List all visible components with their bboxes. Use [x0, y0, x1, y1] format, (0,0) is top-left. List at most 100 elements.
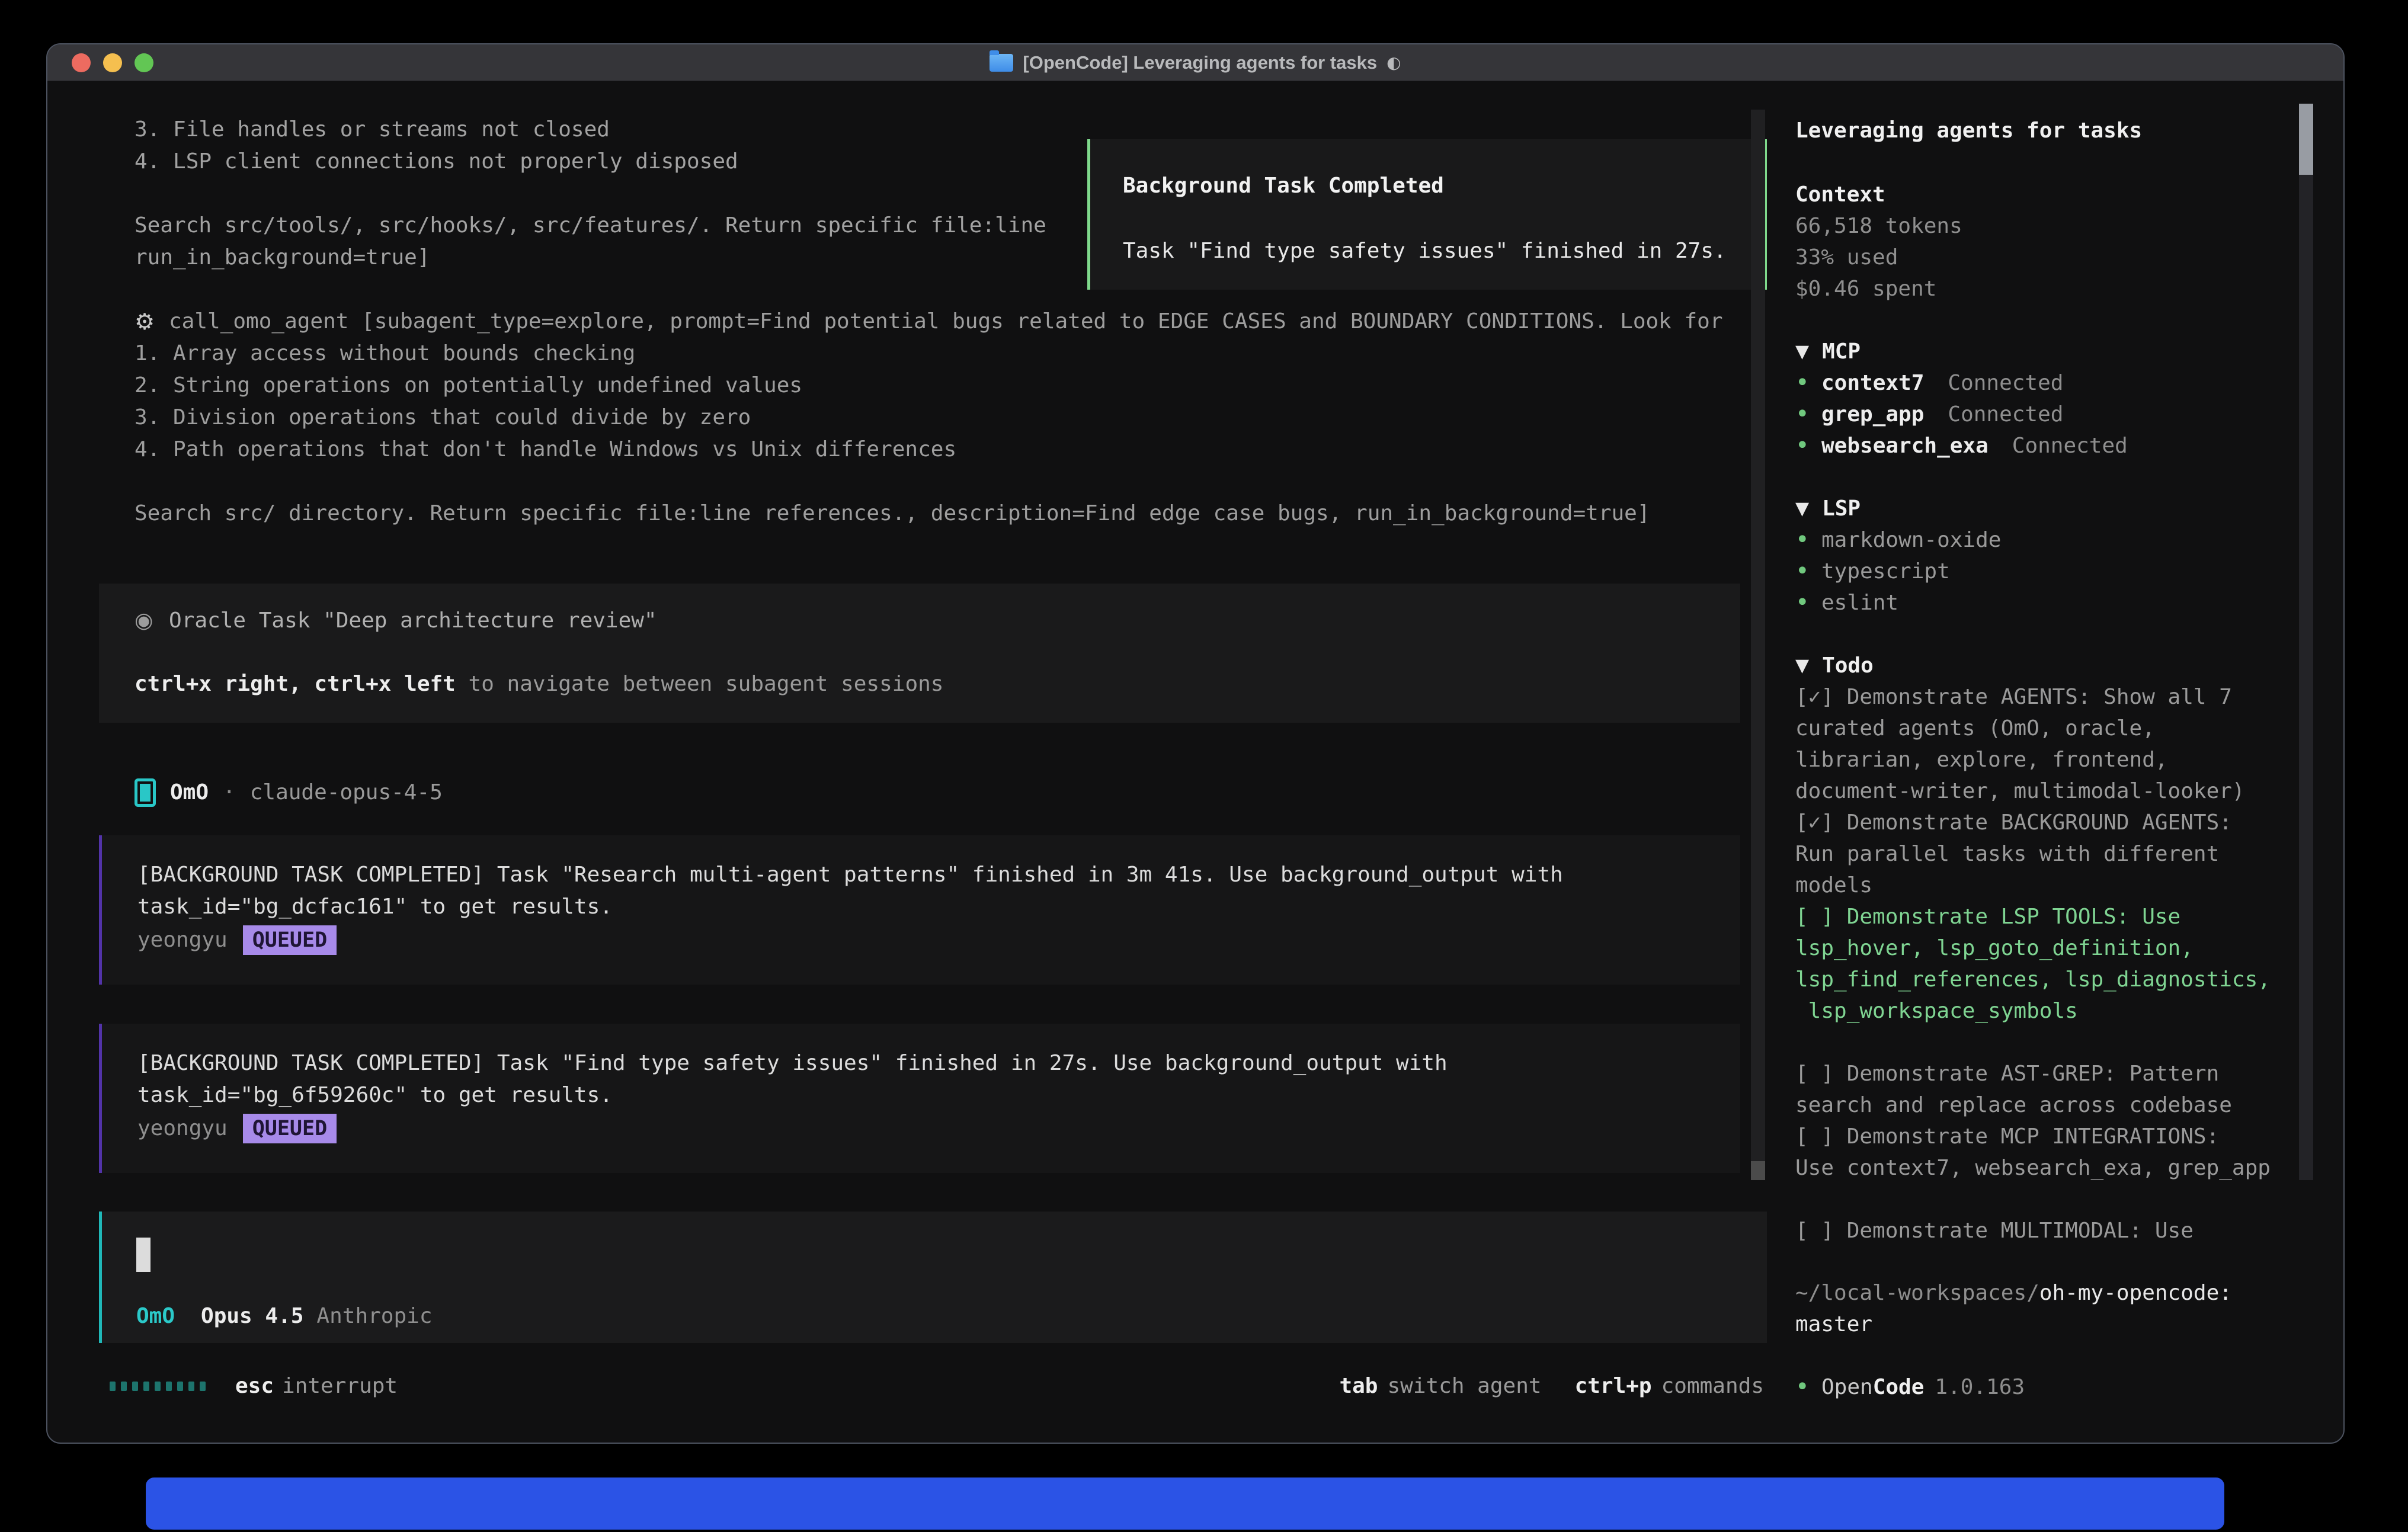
context-heading: Context — [1795, 179, 1885, 210]
agent-header: OmO · claude-opus-4-5 — [135, 777, 443, 809]
oracle-hint-text: to navigate between subagent sessions — [456, 672, 944, 696]
chevron-down-icon: ▼ — [1795, 650, 1809, 681]
message-text: [BACKGROUND TASK COMPLETED] Task "Resear… — [137, 859, 1563, 923]
mcp-status: Connected — [1948, 399, 2063, 430]
context-stats: 66,518 tokens 33% used $0.46 spent — [1795, 210, 1962, 305]
scrollback-text: 3. File handles or streams not closed 4.… — [135, 114, 1046, 274]
app-name-light: Open — [1821, 1375, 1873, 1399]
mcp-item: • context7 Connected — [1795, 367, 2128, 399]
traffic-lights — [72, 53, 153, 72]
toast-title: Background Task Completed — [1123, 170, 1444, 202]
minimize-button[interactable] — [103, 53, 122, 72]
status-dot-icon: • — [1795, 587, 1808, 618]
background-task-toast: Background Task Completed Task "Find typ… — [1087, 139, 1767, 290]
text-cursor — [136, 1238, 150, 1272]
lsp-section: ▼ LSP • markdown-oxide • typescript • es… — [1795, 493, 2001, 618]
mcp-status: Connected — [2012, 430, 2128, 461]
sidebar-scrollbar-track[interactable] — [2299, 104, 2313, 1180]
folder-icon — [990, 54, 1013, 72]
status-bar: esc interrupt tab switch agent ctrl+p co… — [99, 1370, 1767, 1402]
main-scrollbar-thumb[interactable] — [1751, 1161, 1765, 1180]
tool-call-head: call_omo_agent [subagent_type=explore, p… — [169, 306, 1723, 338]
message-text: [BACKGROUND TASK COMPLETED] Task "Find t… — [137, 1047, 1448, 1111]
switch-agent-label: switch agent — [1387, 1370, 1541, 1402]
lsp-name: typescript — [1821, 556, 1950, 587]
toast-body: Task "Find type safety issues" finished … — [1123, 235, 1727, 267]
tab-key-hint: tab — [1339, 1370, 1378, 1402]
prompt-input[interactable]: OmO Opus 4.5 Anthropic — [99, 1212, 1767, 1343]
mcp-heading: MCP — [1822, 336, 1861, 367]
workspace-path: ~/local-workspaces/oh-my-opencode: maste… — [1795, 1277, 2232, 1340]
esc-key-hint: esc — [235, 1370, 274, 1402]
todo-active-item: [ ] Demonstrate LSP TOOLS: Use lsp_hover… — [1795, 901, 2271, 1027]
agent-checkbox-icon — [135, 778, 156, 807]
version-row: • OpenCode 1.0.163 — [1795, 1371, 2025, 1403]
lsp-item: • typescript — [1795, 556, 2001, 587]
model-row: OmO Opus 4.5 Anthropic — [136, 1300, 433, 1332]
todo-heading: Todo — [1822, 650, 1874, 681]
status-dot-icon: • — [1795, 399, 1808, 430]
message-author: yeongyu — [137, 1113, 228, 1145]
sidebar-scrollbar-thumb[interactable] — [2299, 104, 2313, 175]
mcp-name: context7 — [1821, 367, 1924, 399]
session-title: Leveraging agents for tasks — [1795, 115, 2142, 146]
mcp-item: • websearch_exa Connected — [1795, 430, 2128, 461]
interrupt-label: interrupt — [282, 1370, 398, 1402]
app-name-bold: Code — [1873, 1375, 1925, 1399]
chevron-down-icon: ▼ — [1795, 493, 1809, 524]
dock-strip[interactable] — [146, 1477, 2224, 1530]
agent-separator: · — [223, 777, 236, 809]
todo-pending-items: [ ] Demonstrate AST-GREP: Pattern search… — [1795, 1058, 2271, 1246]
window-title: [OpenCode] Leveraging agents for tasks — [1023, 52, 1377, 73]
oracle-task-panel: ◉ Oracle Task "Deep architecture review"… — [99, 584, 1740, 723]
status-dot-icon: • — [1795, 556, 1808, 587]
lsp-section-header[interactable]: ▼ LSP — [1795, 493, 2001, 524]
fisheye-icon: ◉ — [135, 605, 169, 637]
message-author: yeongyu — [137, 924, 228, 956]
tool-call-row: ⚙ call_omo_agent [subagent_type=explore,… — [135, 306, 1723, 338]
todo-completed-items: [✓] Demonstrate AGENTS: Show all 7 curat… — [1795, 681, 2271, 901]
todo-section-header[interactable]: ▼ Todo — [1795, 650, 2271, 681]
window-title-group: [OpenCode] Leveraging agents for tasks ◐ — [990, 52, 1401, 73]
ctrl-p-key-hint: ctrl+p — [1575, 1370, 1652, 1402]
tool-call-body: 1. Array access without bounds checking … — [135, 338, 1650, 530]
status-dot-icon: • — [1795, 367, 1808, 399]
branch-name: master — [1795, 1309, 2232, 1340]
input-model-name: Opus 4.5 — [201, 1300, 303, 1332]
app-version: 1.0.163 — [1935, 1375, 2025, 1399]
path-prefix: ~/local-workspaces/ — [1795, 1281, 2039, 1305]
commands-label: commands — [1661, 1370, 1764, 1402]
interrupt-dots — [110, 1382, 206, 1391]
chevron-down-icon: ▼ — [1795, 336, 1809, 367]
mcp-section: ▼ MCP • context7 Connected • grep_app Co… — [1795, 336, 2128, 461]
mcp-name: grep_app — [1821, 399, 1924, 430]
message-background-task-2: [BACKGROUND TASK COMPLETED] Task "Find t… — [99, 1024, 1740, 1173]
status-dot-icon: • — [1795, 430, 1808, 461]
input-provider-name: Anthropic — [316, 1300, 432, 1332]
lsp-name: markdown-oxide — [1821, 524, 2001, 556]
gear-icon: ⚙ — [135, 306, 169, 338]
status-badge: QUEUED — [243, 1114, 337, 1143]
mcp-section-header[interactable]: ▼ MCP — [1795, 336, 2128, 367]
status-dot-icon: • — [1795, 1371, 1808, 1403]
zoom-button[interactable] — [135, 53, 153, 72]
agent-model: claude-opus-4-5 — [250, 777, 443, 809]
oracle-task-label: Oracle Task "Deep architecture review" — [169, 605, 657, 637]
todo-section: ▼ Todo [✓] Demonstrate AGENTS: Show all … — [1795, 650, 2271, 1246]
main-scrollbar-track[interactable] — [1751, 110, 1765, 1180]
status-dot-icon: • — [1795, 524, 1808, 556]
message-background-task-1: [BACKGROUND TASK COMPLETED] Task "Resear… — [99, 835, 1740, 985]
oracle-hint-keys: ctrl+x right, ctrl+x left — [135, 672, 456, 696]
close-button[interactable] — [72, 53, 91, 72]
mcp-item: • grep_app Connected — [1795, 399, 2128, 430]
status-badge: QUEUED — [243, 925, 337, 955]
input-agent-name: OmO — [136, 1300, 175, 1332]
repo-name: oh-my-opencode: — [2039, 1281, 2232, 1305]
lsp-item: • eslint — [1795, 587, 2001, 618]
lsp-name: eslint — [1821, 587, 1898, 618]
lsp-item: • markdown-oxide — [1795, 524, 2001, 556]
lsp-heading: LSP — [1822, 493, 1861, 524]
progress-half-circle-icon: ◐ — [1386, 53, 1401, 72]
mcp-name: websearch_exa — [1821, 430, 1988, 461]
mcp-status: Connected — [1948, 367, 2063, 399]
